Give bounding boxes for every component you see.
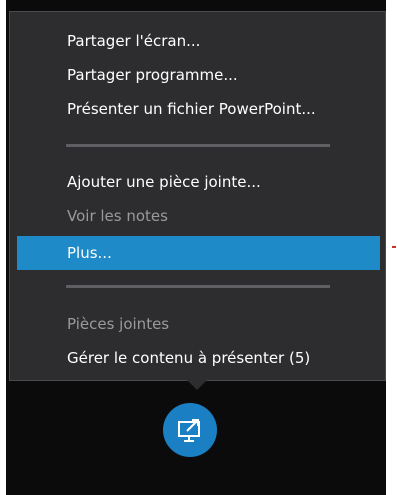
menu-item-view-notes: Voir les notes [67,207,168,225]
present-screen-icon [178,419,200,442]
present-content-menu: Partager l'écran... Partager programme..… [9,11,386,381]
present-content-button[interactable] [163,403,217,457]
menu-item-share-program[interactable]: Partager programme... [17,58,380,92]
menu-item-manage-content[interactable]: Gérer le contenu à présenter (5) [17,341,380,375]
menu-separator [66,144,330,147]
menu-item-present-powerpoint[interactable]: Présenter un fichier PowerPoint... [17,92,380,126]
menu-item-share-screen[interactable]: Partager l'écran... [17,24,380,58]
screenshot-stage: Partager l'écran... Partager programme..… [0,0,397,495]
menu-item-add-attachment[interactable]: Ajouter une pièce jointe... [17,165,380,199]
red-indicator-mark [392,246,396,248]
menu-separator [66,285,330,288]
menu-item-more[interactable]: Plus... [17,236,380,270]
menu-section-attachments: Pièces jointes [67,315,170,333]
menu-pointer-arrow [186,379,208,390]
